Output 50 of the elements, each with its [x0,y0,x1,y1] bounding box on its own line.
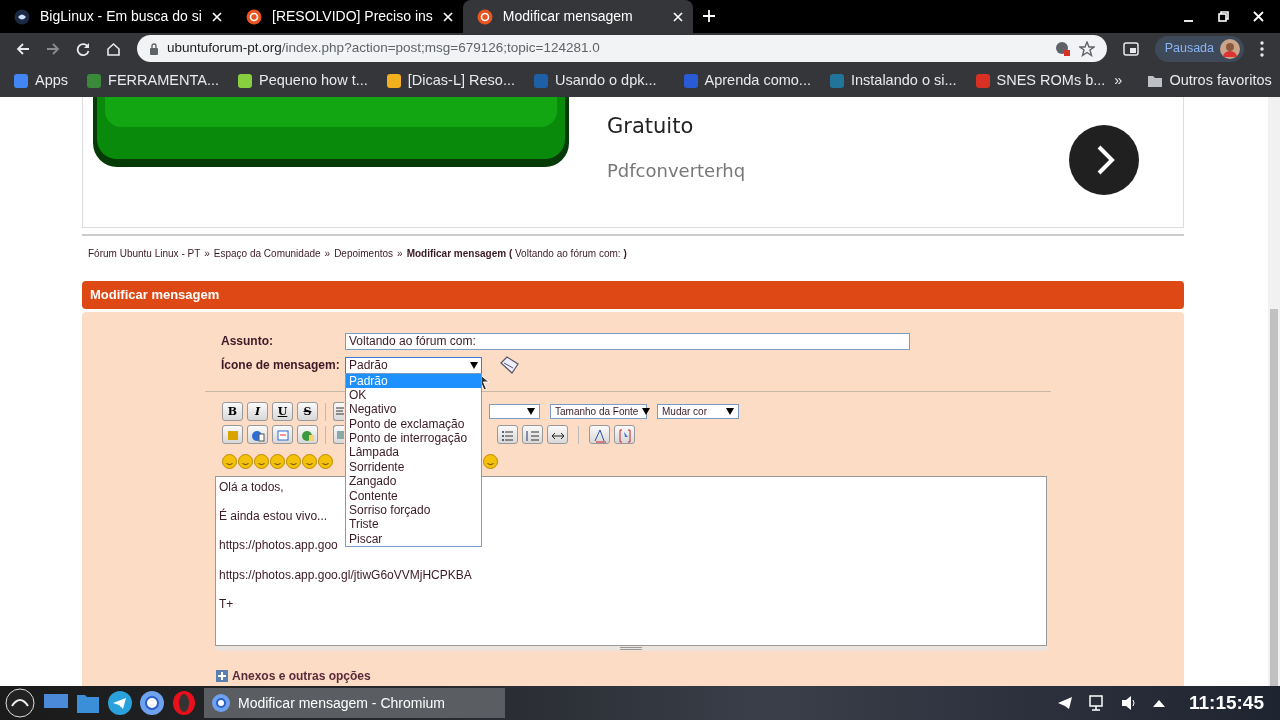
format-button[interactable]: B [222,402,243,421]
ad-headline: Gratuito [607,113,695,140]
bookmark[interactable]: Instalando o si... [819,69,966,92]
dropdown-option[interactable]: Ponto de exclamação [346,416,481,432]
dropdown-option[interactable]: Triste [346,517,481,532]
bookmark-folder[interactable]: Outros favoritos [1138,69,1280,92]
dropdown-option[interactable]: Lâmpada [346,445,481,460]
bookmark[interactable]: SNES ROMs b... [965,69,1115,92]
attachments-link[interactable]: Anexos e outras opções [232,667,371,685]
bookmark[interactable]: Apps [4,69,78,92]
breadcrumb-separator: » [204,246,210,261]
color-dropdown[interactable]: Mudar cor [657,404,739,419]
breadcrumb-link[interactable]: Espaço da Comunidade [213,245,321,261]
dropdown-option[interactable]: Sorriso forçado [346,503,481,518]
dropdown-option[interactable]: Zangado [346,474,481,489]
dropdown-option[interactable]: Negativo [346,402,481,417]
breadcrumb-link[interactable]: Fórum Ubuntu Linux - PT [88,245,201,261]
dropdown-option[interactable]: Sorridente [346,459,481,475]
bookmark[interactable]: Pequeno how t... [227,69,377,92]
url-text: ubuntuforum-pt.org/index.php?action=post;msg=679126;topic=124281.0 [167,39,601,58]
dropdown-option[interactable]: Contente [346,488,481,503]
bookmark[interactable]: FERRAMENTA... [77,69,228,92]
format-button[interactable]: I [247,402,268,421]
breadcrumb-separator: » [324,246,331,261]
ad-source: Pdfconverterhq [607,158,746,183]
browser-tab[interactable]: BigLinux - Em busca do si [0,0,232,33]
breadcrumb-separator: » [397,246,403,261]
address-bar[interactable]: ubuntuforum-pt.org/index.php?action=post;msg=679126;topic=124281.0 [137,35,1107,62]
browser-tab[interactable]: [RESOLVIDO] Preciso ins [232,0,463,33]
bookmark[interactable]: Aprenda como... [673,69,820,92]
taskbar-window-button[interactable]: Modificar mensagem - Chromium [204,688,505,718]
subject-field[interactable]: Voltando ao fórum com: [345,332,910,350]
clock: 11:15:45 [1189,690,1264,715]
dropdown-option[interactable]: Ponto de interrogação [346,431,481,446]
font-size-dropdown[interactable]: Tamanho da Fonte [550,404,647,419]
more-bookmarks-button[interactable]: » [1114,69,1123,92]
dropdown-option[interactable]: OK [346,387,481,403]
breadcrumb-link[interactable]: Depoimentos [334,245,394,261]
format-button[interactable]: U [272,402,293,421]
bookmark[interactable]: [Dicas-L] Reso... [376,69,524,92]
breadcrumb-current: Modificar mensagem ( Voltando ao fórum com: ) [406,246,627,261]
browser-tab[interactable]: Modificar mensagem [462,0,693,33]
profile-button[interactable]: Pausada [1154,35,1244,62]
bookmark[interactable]: Usando o dpk... [523,69,666,92]
field-label: Assunto: [220,333,274,350]
format-button[interactable]: S [297,402,318,421]
icon-dropdown[interactable]: Padrão [345,356,482,374]
panel-header: Modificar mensagem [82,281,1184,309]
dropdown-option[interactable]: Piscar [346,531,481,547]
field-label: Ícone de mensagem: [220,356,341,374]
